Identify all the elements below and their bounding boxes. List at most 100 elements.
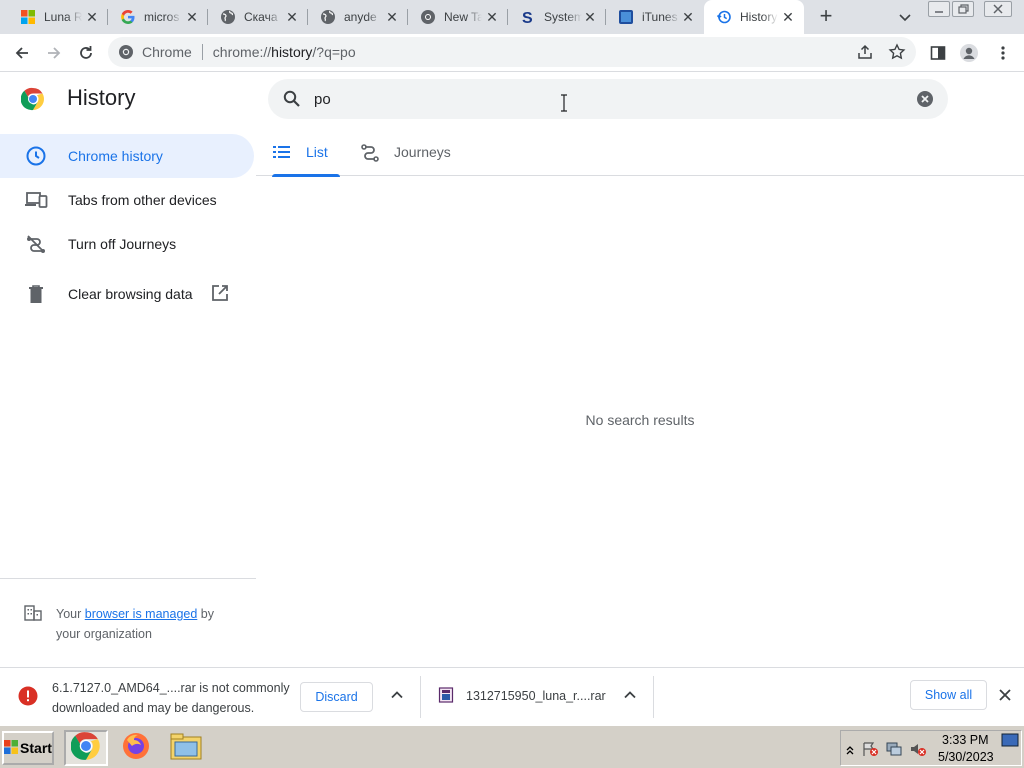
tab-title: micros [144, 10, 180, 24]
browser-toolbar: Chrome chrome://history/?q=po [0, 34, 1024, 72]
system-tray [840, 730, 1022, 766]
clear-search-icon[interactable] [916, 90, 934, 108]
new-tab-button[interactable]: + [814, 5, 838, 29]
tab-close-icon[interactable]: ✕ [780, 9, 796, 25]
text-cursor-icon [560, 94, 568, 112]
tab-label: List [306, 144, 328, 160]
tray-expand-icon[interactable] [845, 741, 861, 757]
history-icon [716, 9, 732, 25]
tab-title: System [544, 10, 582, 24]
share-icon[interactable] [856, 43, 874, 61]
browser-tab-luna[interactable]: Luna R ✕ [8, 0, 108, 34]
browser-tab-history[interactable]: History ✕ [704, 0, 804, 34]
tab-title: History [740, 10, 778, 24]
ms-store-icon [20, 9, 36, 25]
chrome-site-icon[interactable] [118, 44, 134, 60]
tab-close-icon[interactable]: ✕ [184, 9, 200, 25]
tab-close-icon[interactable]: ✕ [384, 9, 400, 25]
chrome-logo-icon [20, 87, 45, 111]
svg-text:S: S [522, 10, 533, 25]
start-button[interactable]: Start [2, 731, 54, 765]
s-logo-icon: S [520, 9, 536, 25]
discard-button[interactable]: Discard [300, 682, 373, 712]
tray-network-icon[interactable] [885, 741, 902, 757]
sidebar-item-chrome-history[interactable]: Chrome history [0, 134, 254, 178]
tab-list[interactable]: List [272, 128, 340, 177]
url-host: history [271, 44, 313, 60]
sidebar-item-other-devices[interactable]: Tabs from other devices [0, 178, 254, 222]
clock-time: 3:33 PM [942, 733, 989, 747]
sidebar-item-turn-off-journeys[interactable]: Turn off Journeys [0, 222, 254, 266]
list-icon [272, 142, 292, 162]
download-file-name[interactable]: 1312715950_luna_r....rar [466, 689, 606, 703]
sidebar-item-label: Tabs from other devices [68, 192, 217, 208]
tab-close-icon[interactable]: ✕ [84, 9, 100, 25]
open-in-new-icon [211, 284, 229, 302]
tab-journeys[interactable]: Journeys [360, 128, 451, 176]
window-close-button[interactable] [984, 1, 1012, 17]
rar-file-icon [438, 687, 454, 703]
journeys-icon [360, 142, 380, 162]
address-bar[interactable]: Chrome chrome://history/?q=po [108, 37, 916, 67]
managed-browser-notice: Your browser is managed by your organiza… [56, 604, 246, 644]
clock-date: 5/30/2023 [938, 750, 994, 764]
show-desktop-icon[interactable] [1001, 733, 1019, 749]
close-icon[interactable] [997, 687, 1013, 703]
browser-tab-new-tab[interactable]: New Ta ✕ [408, 0, 508, 34]
windows-flag-icon [4, 739, 19, 757]
tab-search-chevron-icon[interactable] [896, 8, 914, 26]
sidebar-item-clear-browsing-data[interactable]: Clear browsing data [0, 272, 254, 316]
tray-volume-muted-icon[interactable] [909, 741, 926, 757]
forward-arrow-icon[interactable] [44, 43, 64, 63]
reload-icon[interactable] [76, 43, 96, 63]
search-icon[interactable] [282, 89, 302, 109]
tray-flag-warning-icon[interactable] [861, 741, 878, 757]
chrome-icon [420, 9, 436, 25]
managed-prefix: Your [56, 607, 82, 621]
firefox-icon [121, 731, 151, 766]
omnibox-separator [201, 44, 203, 60]
tab-title: iTunes [642, 10, 678, 24]
tab-close-icon[interactable]: ✕ [582, 9, 598, 25]
sidebar-item-label: Chrome history [68, 148, 163, 164]
bookmark-star-icon[interactable] [888, 43, 906, 61]
history-search-bar[interactable] [268, 79, 948, 119]
browser-tab-itunes[interactable]: iTunes ✕ [606, 0, 704, 34]
clock-icon [24, 145, 48, 167]
profile-avatar-icon[interactable] [959, 43, 979, 63]
browser-managed-link[interactable]: browser is managed [85, 607, 198, 621]
tab-title: anyde [344, 10, 377, 24]
chevron-up-icon[interactable] [389, 687, 405, 703]
site-chip-label: Chrome [142, 44, 192, 60]
download-warning-text: 6.1.7127.0_AMD64_....rar is not commonly… [52, 678, 298, 718]
browser-tab-google[interactable]: micros ✕ [108, 0, 208, 34]
side-panel-icon[interactable] [928, 43, 948, 63]
taskbar-app-firefox[interactable] [114, 730, 158, 766]
tab-close-icon[interactable]: ✕ [484, 9, 500, 25]
browser-tab-anydesk[interactable]: anyde ✕ [308, 0, 408, 34]
sidebar-item-label: Clear browsing data [68, 286, 193, 302]
taskbar-app-file-manager[interactable] [164, 730, 208, 766]
window-restore-button[interactable] [952, 1, 974, 17]
devices-icon [24, 189, 48, 211]
journeys-off-icon [24, 233, 48, 255]
tab-close-icon[interactable]: ✕ [680, 9, 696, 25]
download-warning-line1: 6.1.7127.0_AMD64_....rar is not commonly [52, 681, 290, 695]
show-all-downloads-button[interactable]: Show all [910, 680, 987, 710]
back-arrow-icon[interactable] [12, 43, 32, 63]
kebab-menu-icon[interactable] [993, 43, 1013, 63]
history-search-input[interactable] [314, 87, 904, 111]
taskbar-app-chrome[interactable] [64, 730, 108, 766]
chevron-up-icon[interactable] [622, 687, 638, 703]
tab-close-icon[interactable]: ✕ [284, 9, 300, 25]
download-warning-line2: downloaded and may be dangerous. [52, 701, 255, 715]
google-icon [120, 9, 136, 25]
window-minimize-button[interactable] [928, 1, 950, 17]
building-icon [24, 604, 42, 622]
browser-tab-system[interactable]: S System ✕ [508, 0, 606, 34]
no-results-message: No search results [585, 412, 695, 428]
browser-tab-download-ru[interactable]: Скача ✕ [208, 0, 308, 34]
url-text[interactable]: chrome://history/?q=po [213, 44, 356, 60]
warning-icon [18, 686, 38, 706]
download-shelf: 6.1.7127.0_AMD64_....rar is not commonly… [0, 667, 1024, 725]
